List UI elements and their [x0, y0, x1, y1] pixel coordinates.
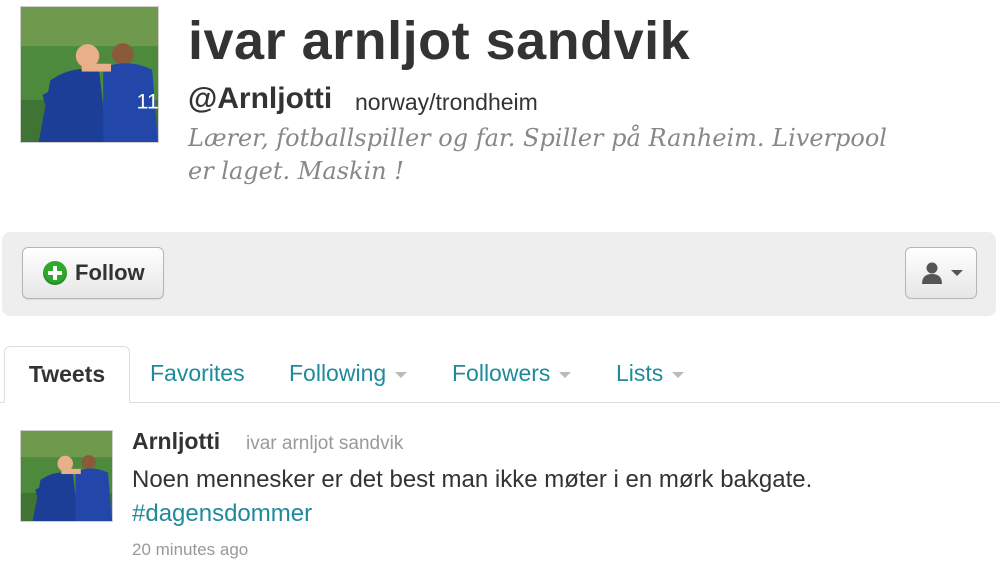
tweet-timestamp[interactable]: 20 minutes ago	[132, 540, 248, 560]
tab-followers[interactable]: Followers	[452, 360, 572, 387]
profile-location: norway/trondheim	[355, 89, 538, 115]
profile-screen-name: @Arnljotti	[188, 82, 333, 115]
chevron-down-icon	[559, 371, 572, 378]
tab-lists-label: Lists	[616, 360, 664, 386]
follow-button[interactable]: Follow	[22, 247, 164, 299]
tweet-avatar[interactable]	[20, 430, 113, 522]
tab-lists[interactable]: Lists	[616, 360, 685, 387]
tab-following-label: Following	[289, 360, 387, 386]
tab-following[interactable]: Following	[289, 360, 408, 387]
svg-text:11: 11	[136, 90, 158, 114]
tab-tweets[interactable]: Tweets	[4, 346, 130, 403]
tweet-author-full-name: ivar arnljot sandvik	[246, 433, 404, 454]
profile-name: ivar arnljot sandvik	[188, 11, 691, 71]
tweet-hashtag-link[interactable]: #dagensdommer	[132, 500, 312, 527]
tab-favorites-label: Favorites	[150, 360, 245, 386]
user-actions-dropdown-button[interactable]	[905, 247, 977, 299]
tweet-text: Noen mennesker er det best man ikke møte…	[132, 463, 972, 531]
tweet-author-screen-name[interactable]: Arnljotti	[132, 428, 220, 455]
chevron-down-icon	[951, 270, 963, 276]
person-icon	[922, 262, 942, 284]
tabs-divider	[0, 402, 1000, 403]
profile-action-bar: Follow	[2, 232, 996, 316]
chevron-down-icon	[395, 371, 408, 378]
profile-avatar[interactable]: 11	[20, 6, 159, 143]
chevron-down-icon	[672, 371, 685, 378]
plus-icon	[43, 261, 67, 285]
follow-button-label: Follow	[75, 260, 145, 285]
tweet-body: Noen mennesker er det best man ikke møte…	[132, 466, 813, 493]
tab-followers-label: Followers	[452, 360, 551, 386]
tab-favorites[interactable]: Favorites	[150, 360, 245, 387]
profile-bio: Lærer, fotballspiller og far. Spiller på…	[188, 124, 887, 185]
